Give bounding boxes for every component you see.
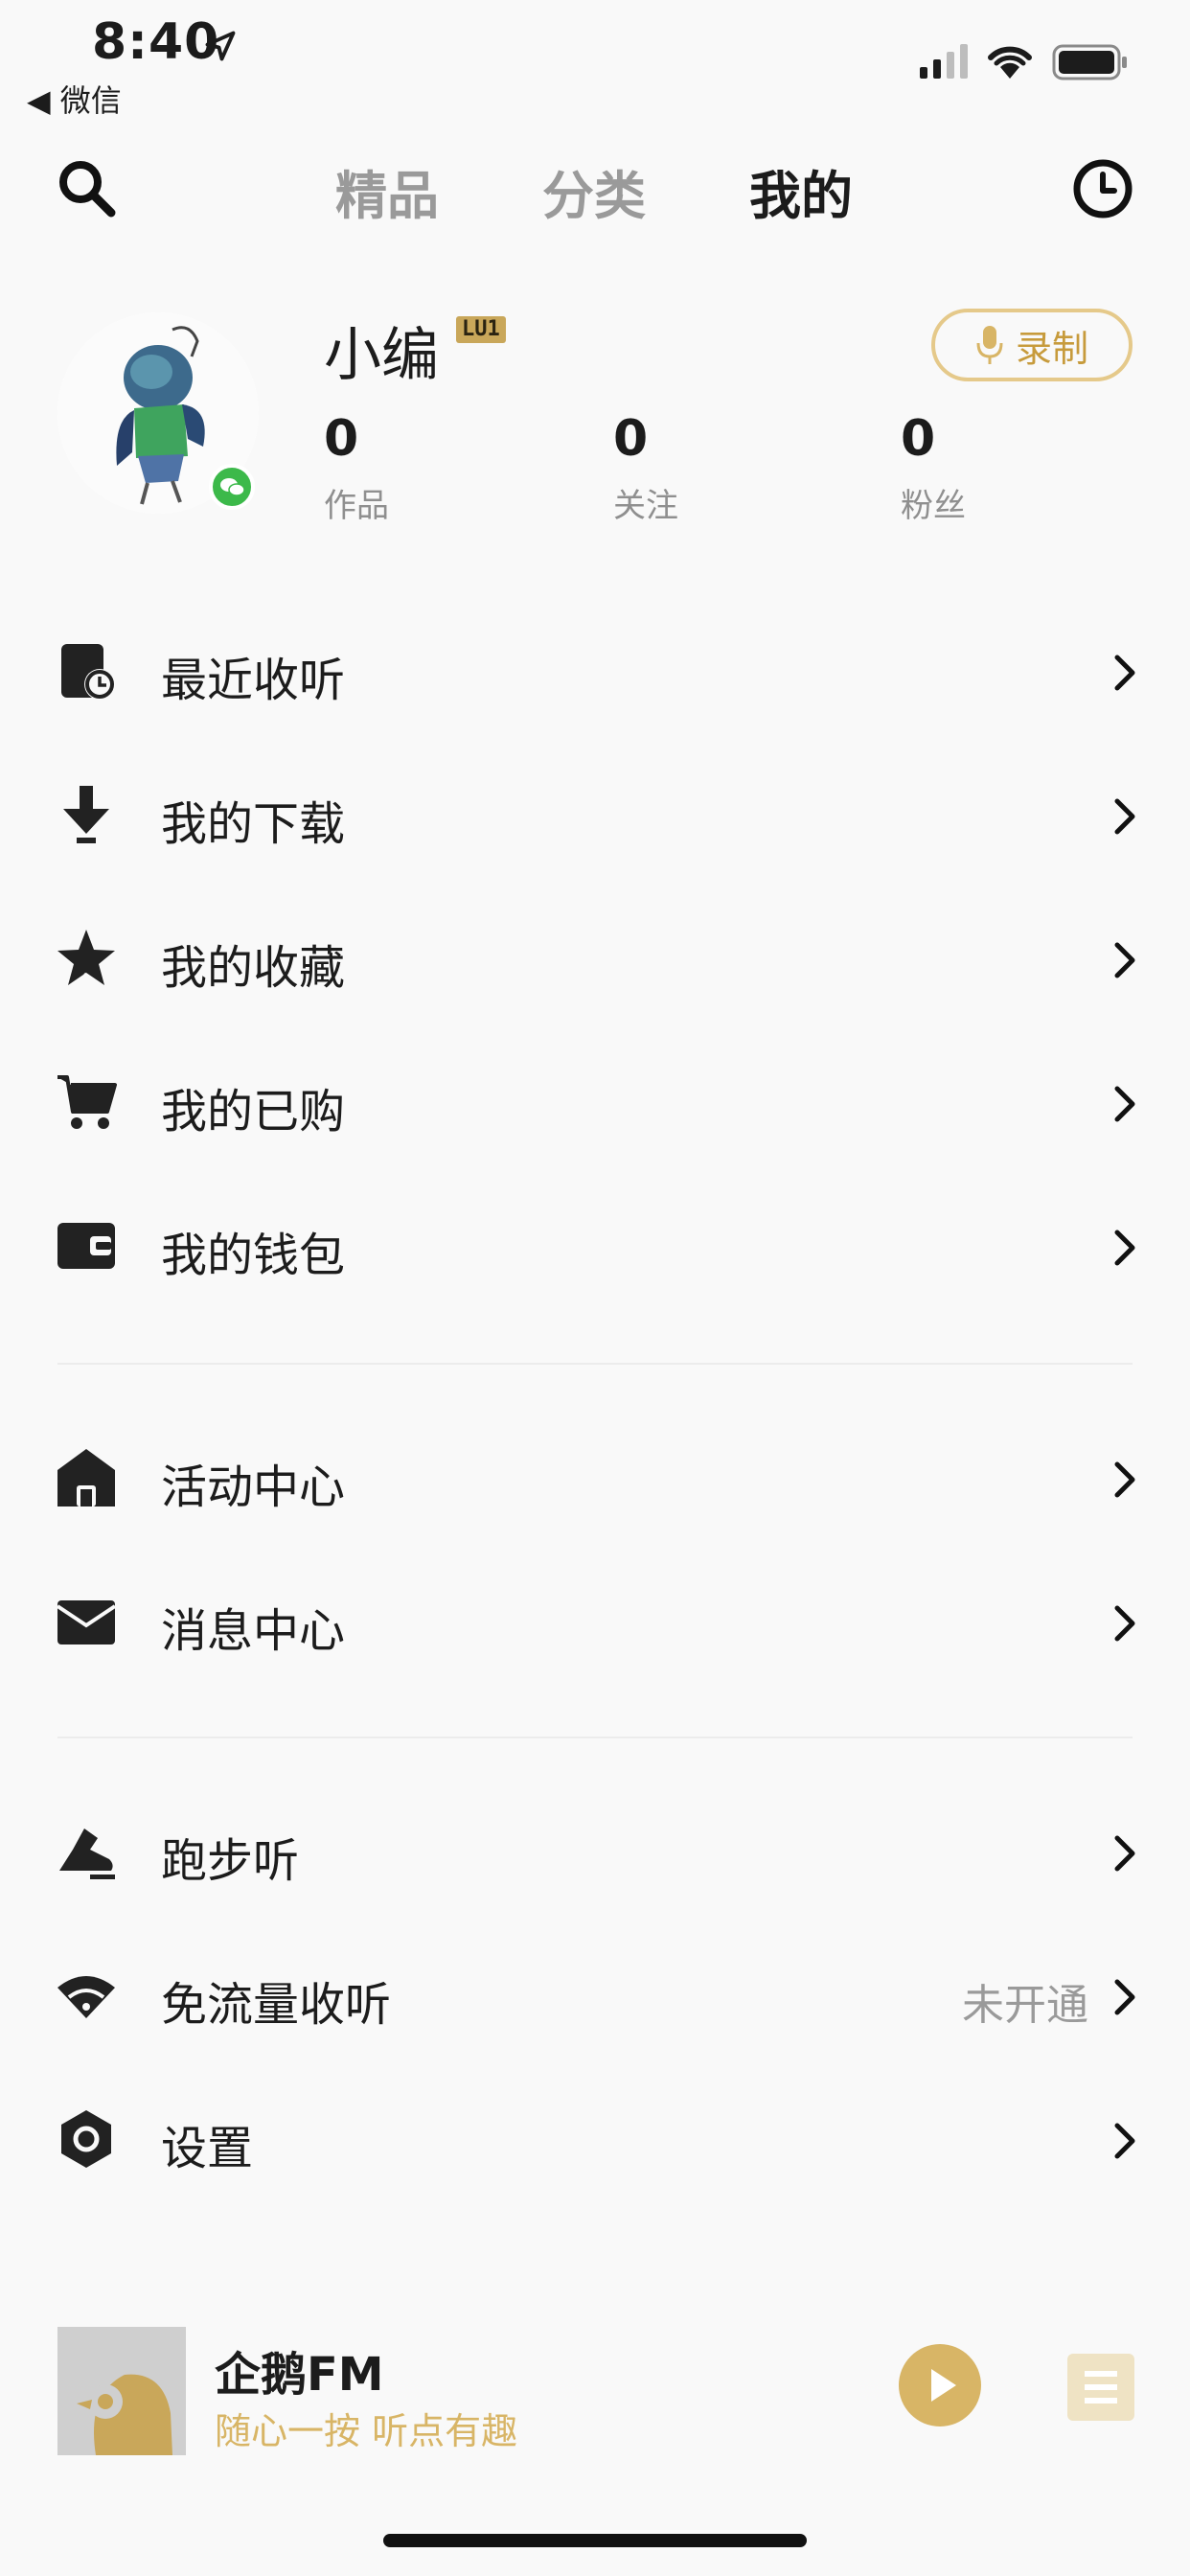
level-badge: LU1 xyxy=(456,316,506,343)
divider xyxy=(57,1736,1133,1738)
battery-icon xyxy=(1052,44,1127,80)
divider xyxy=(57,1363,1133,1365)
menu-message-center[interactable]: 消息中心 xyxy=(0,1549,1190,1692)
menu-settings[interactable]: 设置 xyxy=(0,2066,1190,2210)
chevron-right-icon xyxy=(1114,1979,1135,2015)
menu-label: 我的已购 xyxy=(161,1085,346,1138)
chevron-right-icon xyxy=(1114,1835,1135,1872)
settings-icon xyxy=(61,2110,111,2168)
search-icon[interactable] xyxy=(56,157,117,218)
microphone-icon xyxy=(976,326,1003,364)
menu-free-data-listen[interactable]: 免流量收听 未开通 xyxy=(0,1922,1190,2066)
recent-listen-icon xyxy=(61,644,115,700)
menu-recent-listen[interactable]: 最近收听 xyxy=(0,598,1190,742)
menu-running-listen[interactable]: 跑步听 xyxy=(0,1779,1190,1922)
menu-label: 我的钱包 xyxy=(161,1229,346,1282)
chevron-right-icon xyxy=(1114,655,1135,691)
chevron-right-icon xyxy=(1114,798,1135,835)
menu-wallet[interactable]: 我的钱包 xyxy=(0,1173,1190,1317)
works-label: 作品 xyxy=(324,487,389,525)
following-count[interactable]: 0 xyxy=(613,410,648,468)
running-shoe-icon xyxy=(59,1828,115,1879)
player-title: 企鹅FM xyxy=(215,2348,384,2402)
menu-activity-center[interactable]: 活动中心 xyxy=(0,1405,1190,1549)
status-time: 8:40 xyxy=(92,13,220,71)
wechat-badge-icon xyxy=(209,464,255,510)
username: 小编 xyxy=(324,322,439,389)
cart-icon xyxy=(57,1075,117,1129)
record-label: 录制 xyxy=(1015,327,1088,370)
record-button[interactable]: 录制 xyxy=(931,309,1133,381)
play-icon xyxy=(931,2369,956,2402)
menu-label: 活动中心 xyxy=(161,1460,346,1514)
player-subtitle: 随心一按 听点有趣 xyxy=(215,2410,518,2452)
album-cover[interactable] xyxy=(57,2327,186,2455)
wifi-icon xyxy=(988,46,1032,79)
download-icon xyxy=(63,786,109,843)
mini-player[interactable]: 企鹅FM 随心一按 听点有趣 xyxy=(0,2296,1190,2469)
menu-label: 最近收听 xyxy=(161,654,346,707)
mail-icon xyxy=(56,1600,117,1644)
chevron-right-icon xyxy=(1114,1605,1135,1642)
home-indicator[interactable] xyxy=(383,2534,807,2547)
chevron-right-icon xyxy=(1114,2123,1135,2159)
menu-label: 我的下载 xyxy=(161,797,346,851)
followers-count[interactable]: 0 xyxy=(901,410,935,468)
menu-purchased[interactable]: 我的已购 xyxy=(0,1029,1190,1173)
tab-categories[interactable]: 分类 xyxy=(542,153,646,229)
chevron-right-icon xyxy=(1114,1086,1135,1122)
cellular-signal-icon xyxy=(920,44,968,79)
tab-mine[interactable]: 我的 xyxy=(749,153,853,229)
playlist-icon xyxy=(1085,2371,1117,2404)
menu-favorites[interactable]: 我的收藏 xyxy=(0,886,1190,1029)
chevron-right-icon xyxy=(1114,942,1135,978)
chevron-right-icon xyxy=(1114,1461,1135,1498)
history-clock-icon[interactable] xyxy=(1071,157,1134,220)
wallet-icon xyxy=(57,1223,115,1269)
menu-downloads[interactable]: 我的下载 xyxy=(0,742,1190,886)
menu-label: 设置 xyxy=(161,2122,254,2175)
back-to-wechat[interactable]: ◀ 微信 xyxy=(27,77,122,121)
followers-label: 粉丝 xyxy=(901,487,966,525)
playlist-button[interactable] xyxy=(1067,2354,1134,2421)
menu-label: 免流量收听 xyxy=(161,1978,392,2032)
menu-label: 我的收藏 xyxy=(161,941,346,995)
works-count[interactable]: 0 xyxy=(324,410,358,468)
star-icon xyxy=(57,930,115,987)
menu-label: 跑步听 xyxy=(161,1834,300,1888)
play-button[interactable] xyxy=(899,2344,981,2426)
chevron-right-icon xyxy=(1114,1230,1135,1266)
tab-featured[interactable]: 精品 xyxy=(335,153,439,229)
following-label: 关注 xyxy=(613,487,678,525)
activity-center-icon xyxy=(57,1449,115,1506)
menu-label: 消息中心 xyxy=(161,1604,346,1658)
location-arrow-icon xyxy=(205,31,236,61)
free-data-status: 未开通 xyxy=(962,1981,1088,2030)
wifi-free-icon xyxy=(57,1976,115,2018)
penguin-logo-icon xyxy=(57,2327,186,2455)
